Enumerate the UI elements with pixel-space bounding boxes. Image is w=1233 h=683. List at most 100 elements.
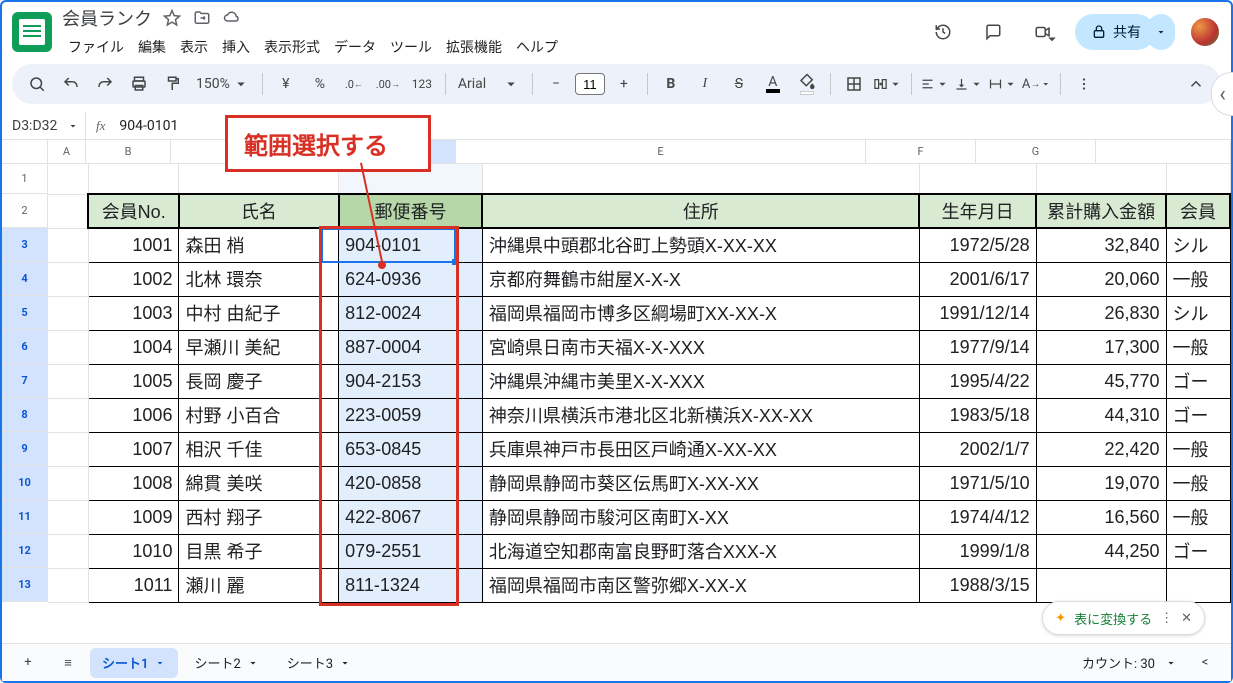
cell[interactable]: 624-0936 bbox=[339, 262, 483, 296]
cell[interactable]: 早瀬川 美紀 bbox=[179, 330, 339, 364]
menu-item[interactable]: 表示形式 bbox=[258, 35, 326, 59]
cell[interactable]: 44,250 bbox=[1036, 534, 1166, 568]
borders-icon[interactable] bbox=[839, 69, 869, 99]
cell[interactable]: 1007 bbox=[88, 432, 179, 466]
cell[interactable]: ゴー bbox=[1166, 534, 1230, 568]
name-box[interactable]: D3:D32 bbox=[6, 112, 86, 139]
row-header[interactable]: 13 bbox=[2, 568, 48, 602]
cell[interactable]: 一般 bbox=[1166, 432, 1230, 466]
cell[interactable]: シル bbox=[1166, 228, 1230, 262]
cell[interactable]: 福岡県福岡市博多区綱場町XX-XX-X bbox=[482, 296, 919, 330]
pill-close-icon[interactable]: ✕ bbox=[1181, 611, 1192, 626]
cell[interactable]: ゴー bbox=[1166, 398, 1230, 432]
merge-cells-icon[interactable] bbox=[873, 69, 903, 99]
cell[interactable] bbox=[1166, 568, 1230, 602]
decrease-decimal-icon[interactable]: .0← bbox=[339, 69, 369, 99]
cell[interactable]: 一般 bbox=[1166, 330, 1230, 364]
all-sheets-icon[interactable]: ≡ bbox=[50, 648, 86, 678]
add-sheet-icon[interactable]: + bbox=[10, 648, 46, 678]
doc-title[interactable]: 会員ランク bbox=[62, 5, 152, 31]
sheet-tab[interactable]: シート1 bbox=[90, 648, 178, 678]
v-align-icon[interactable] bbox=[954, 69, 984, 99]
row-header[interactable]: 1 bbox=[2, 164, 48, 194]
cell[interactable]: 44,310 bbox=[1036, 398, 1166, 432]
cell[interactable]: 1011 bbox=[88, 568, 179, 602]
col-header[interactable]: E bbox=[456, 140, 866, 163]
select-all-corner[interactable] bbox=[2, 140, 48, 163]
table-header[interactable]: 氏名 bbox=[179, 194, 339, 228]
cell[interactable]: 1003 bbox=[88, 296, 179, 330]
table-header[interactable]: 郵便番号 bbox=[339, 194, 483, 228]
cell[interactable]: 一般 bbox=[1166, 500, 1230, 534]
cell[interactable]: 瀬川 麗 bbox=[179, 568, 339, 602]
sheet-tab[interactable]: シート2 bbox=[182, 648, 270, 678]
menu-item[interactable]: 拡張機能 bbox=[440, 35, 508, 59]
row-header[interactable]: 5 bbox=[2, 296, 48, 330]
print-icon[interactable] bbox=[124, 69, 154, 99]
collapse-toolbar-icon[interactable] bbox=[1181, 69, 1211, 99]
font-selector[interactable]: Arial bbox=[454, 75, 524, 93]
cell[interactable]: 904-2153 bbox=[339, 364, 483, 398]
redo-icon[interactable] bbox=[90, 69, 120, 99]
cell[interactable]: 北林 環奈 bbox=[179, 262, 339, 296]
cell[interactable]: 長岡 慶子 bbox=[179, 364, 339, 398]
bold-icon[interactable]: B bbox=[656, 69, 686, 99]
row-header[interactable]: 7 bbox=[2, 364, 48, 398]
cell[interactable]: 北海道空知郡南富良野町落合XXX-X bbox=[482, 534, 919, 568]
share-dropdown-button[interactable] bbox=[1147, 14, 1175, 50]
table-header[interactable]: 生年月日 bbox=[919, 194, 1036, 228]
account-avatar[interactable] bbox=[1189, 16, 1221, 48]
cell[interactable]: 223-0059 bbox=[339, 398, 483, 432]
cell[interactable]: 812-0024 bbox=[339, 296, 483, 330]
col-header[interactable]: F bbox=[866, 140, 976, 163]
paint-format-icon[interactable] bbox=[158, 69, 188, 99]
cell[interactable]: 1988/3/15 bbox=[919, 568, 1036, 602]
sheets-logo-icon[interactable] bbox=[12, 12, 52, 52]
fill-color-icon[interactable] bbox=[792, 69, 822, 99]
cell[interactable]: シル bbox=[1166, 296, 1230, 330]
cell[interactable]: 宮崎県日南市天福X-X-XXX bbox=[482, 330, 919, 364]
cell[interactable]: 京都府舞鶴市紺屋X-X-X bbox=[482, 262, 919, 296]
row-header[interactable]: 6 bbox=[2, 330, 48, 364]
italic-icon[interactable]: I bbox=[690, 69, 720, 99]
table-header[interactable]: 住所 bbox=[482, 194, 919, 228]
star-icon[interactable] bbox=[162, 8, 182, 28]
cell[interactable]: 1999/1/8 bbox=[919, 534, 1036, 568]
menu-item[interactable]: ファイル bbox=[62, 35, 130, 59]
sheet-tab[interactable]: シート3 bbox=[275, 648, 363, 678]
menu-item[interactable]: ヘルプ bbox=[510, 35, 564, 59]
cell[interactable]: 西村 翔子 bbox=[179, 500, 339, 534]
history-icon[interactable] bbox=[925, 14, 961, 50]
increase-decimal-icon[interactable]: .00→ bbox=[373, 69, 403, 99]
cell[interactable]: 1995/4/22 bbox=[919, 364, 1036, 398]
cell[interactable]: 1991/12/14 bbox=[919, 296, 1036, 330]
cell[interactable]: 中村 由紀子 bbox=[179, 296, 339, 330]
strikethrough-icon[interactable]: S bbox=[724, 69, 754, 99]
cell[interactable]: 653-0845 bbox=[339, 432, 483, 466]
currency-yen-icon[interactable]: ¥ bbox=[271, 69, 301, 99]
row-header[interactable]: 8 bbox=[2, 398, 48, 432]
cell[interactable] bbox=[1036, 568, 1166, 602]
convert-to-table-pill[interactable]: ✦ 表に変換する ⋮ ✕ bbox=[1042, 601, 1205, 635]
cell[interactable]: 1001 bbox=[88, 228, 179, 262]
row-header[interactable]: 2 bbox=[2, 194, 48, 228]
cell[interactable]: 1009 bbox=[88, 500, 179, 534]
cell[interactable]: 1004 bbox=[88, 330, 179, 364]
table-header[interactable]: 会員 bbox=[1166, 194, 1230, 228]
cell[interactable]: 17,300 bbox=[1036, 330, 1166, 364]
cell[interactable]: 1977/9/14 bbox=[919, 330, 1036, 364]
pill-menu-icon[interactable]: ⋮ bbox=[1160, 611, 1173, 626]
selection-count[interactable]: カウント: 30 bbox=[1082, 653, 1155, 672]
row-header[interactable]: 11 bbox=[2, 500, 48, 534]
share-button[interactable]: 共有 bbox=[1075, 14, 1155, 50]
cell[interactable]: 沖縄県中頭郡北谷町上勢頭X-XX-XX bbox=[482, 228, 919, 262]
font-size-input[interactable] bbox=[575, 73, 605, 95]
cell[interactable]: 45,770 bbox=[1036, 364, 1166, 398]
cell[interactable]: 1983/5/18 bbox=[919, 398, 1036, 432]
menu-item[interactable]: データ bbox=[328, 35, 382, 59]
cell[interactable]: 2001/6/17 bbox=[919, 262, 1036, 296]
undo-icon[interactable] bbox=[56, 69, 86, 99]
spreadsheet-grid[interactable]: A B C D E F G 12345678910111213 会員No.氏名郵… bbox=[2, 140, 1231, 643]
cell[interactable]: 32,840 bbox=[1036, 228, 1166, 262]
col-header[interactable]: G bbox=[976, 140, 1096, 163]
